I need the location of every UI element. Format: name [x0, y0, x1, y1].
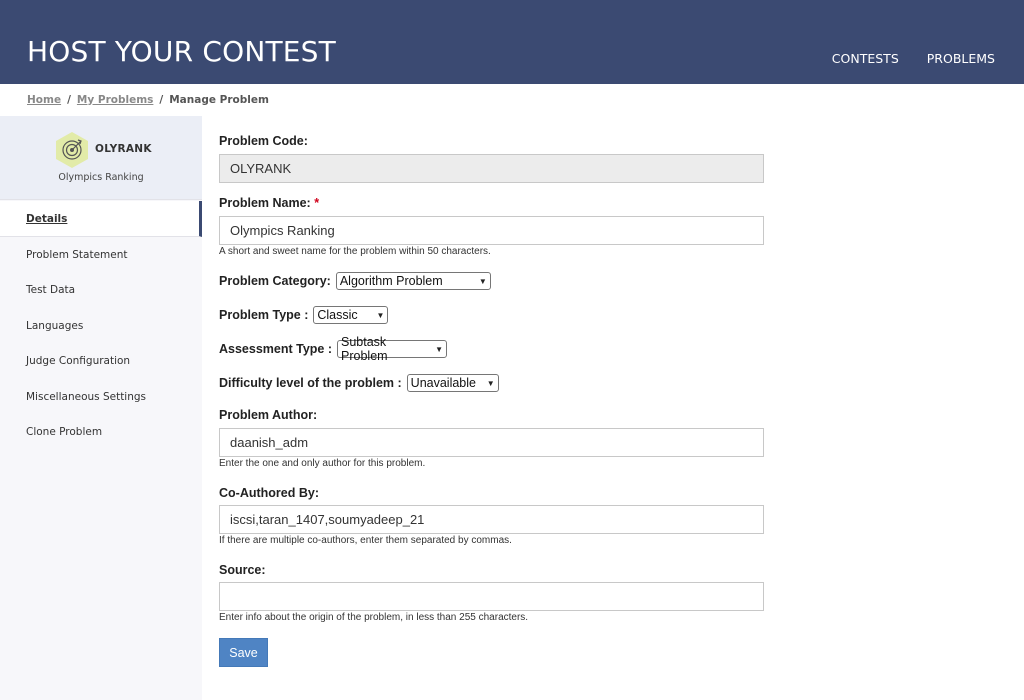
chevron-down-icon: ▼	[486, 378, 495, 388]
difficulty-row: Difficulty level of the problem : Unavai…	[219, 374, 499, 392]
top-nav: CONTESTS PROBLEMS	[832, 51, 995, 67]
sidebar-item-problem-statement[interactable]: Problem Statement	[0, 237, 202, 273]
problem-category-value: Algorithm Problem	[339, 274, 443, 288]
problem-code-field	[219, 154, 764, 183]
breadcrumb-current: Manage Problem	[169, 94, 269, 106]
nav-contests-link[interactable]: CONTESTS	[832, 51, 899, 67]
problem-author-field[interactable]	[219, 428, 764, 457]
problem-category-label: Problem Category:	[219, 274, 331, 288]
problem-category-row: Problem Category: Algorithm Problem ▼	[219, 272, 491, 290]
breadcrumb-home-link[interactable]: Home	[27, 94, 61, 106]
problem-type-row: Problem Type : Classic ▼	[219, 306, 389, 324]
sidebar-item-details[interactable]: Details	[0, 201, 202, 237]
problem-name-field[interactable]	[219, 216, 764, 245]
breadcrumb-separator: /	[159, 94, 164, 106]
sidebar-item-miscellaneous-settings[interactable]: Miscellaneous Settings	[0, 379, 202, 415]
problem-type-select[interactable]: Classic ▼	[313, 306, 389, 324]
problem-name-label-text: Problem Name:	[219, 196, 311, 210]
co-authored-by-hint: If there are multiple co-authors, enter …	[219, 535, 512, 546]
chevron-down-icon: ▼	[478, 276, 487, 286]
difficulty-label: Difficulty level of the problem :	[219, 376, 402, 390]
nav-problems-link[interactable]: PROBLEMS	[927, 51, 995, 67]
chevron-down-icon: ▼	[376, 310, 385, 320]
sidebar-problem-code: OLYRANK	[95, 143, 152, 155]
problem-name-label: Problem Name: *	[219, 196, 319, 211]
top-header: HOST YOUR CONTEST CONTESTS PROBLEMS	[0, 0, 1024, 84]
assessment-type-value: Subtask Problem	[341, 335, 388, 363]
source-hint: Enter info about the origin of the probl…	[219, 612, 529, 623]
problem-code-label: Problem Code:	[219, 134, 308, 148]
chevron-down-icon: ▼	[435, 344, 444, 354]
sidebar-item-clone-problem[interactable]: Clone Problem	[0, 414, 202, 450]
difficulty-value: Unavailable	[410, 376, 476, 390]
sidebar-problem-name: Olympics Ranking	[58, 172, 144, 183]
assessment-type-label: Assessment Type :	[219, 342, 333, 356]
required-mark: *	[314, 196, 320, 210]
source-label: Source:	[219, 563, 266, 577]
sidebar-item-judge-configuration[interactable]: Judge Configuration	[0, 343, 202, 379]
save-button[interactable]: Save	[219, 638, 268, 667]
problem-author-hint: Enter the one and only author for this p…	[219, 458, 426, 469]
co-authored-by-label: Co-Authored By:	[219, 486, 319, 500]
breadcrumb: Home / My Problems / Manage Problem	[27, 92, 269, 108]
target-icon	[56, 132, 88, 168]
problem-author-label: Problem Author:	[219, 408, 318, 422]
problem-category-select[interactable]: Algorithm Problem ▼	[335, 272, 491, 290]
problem-name-hint: A short and sweet name for the problem w…	[219, 246, 491, 257]
source-field[interactable]	[219, 582, 764, 611]
problem-type-label: Problem Type :	[219, 308, 309, 322]
assessment-type-row: Assessment Type : Subtask Problem ▼	[219, 335, 448, 363]
co-authored-by-field[interactable]	[219, 505, 764, 534]
difficulty-select[interactable]: Unavailable ▼	[406, 374, 499, 392]
problem-type-value: Classic	[317, 308, 358, 322]
sidebar-problem-card	[0, 116, 202, 200]
assessment-type-select[interactable]: Subtask Problem ▼	[337, 335, 448, 363]
sidebar-item-test-data[interactable]: Test Data	[0, 272, 202, 308]
site-brand[interactable]: HOST YOUR CONTEST	[27, 36, 336, 68]
breadcrumb-separator: /	[67, 94, 71, 106]
sidebar-item-languages[interactable]: Languages	[0, 308, 202, 344]
breadcrumb-my-problems-link[interactable]: My Problems	[77, 94, 153, 106]
